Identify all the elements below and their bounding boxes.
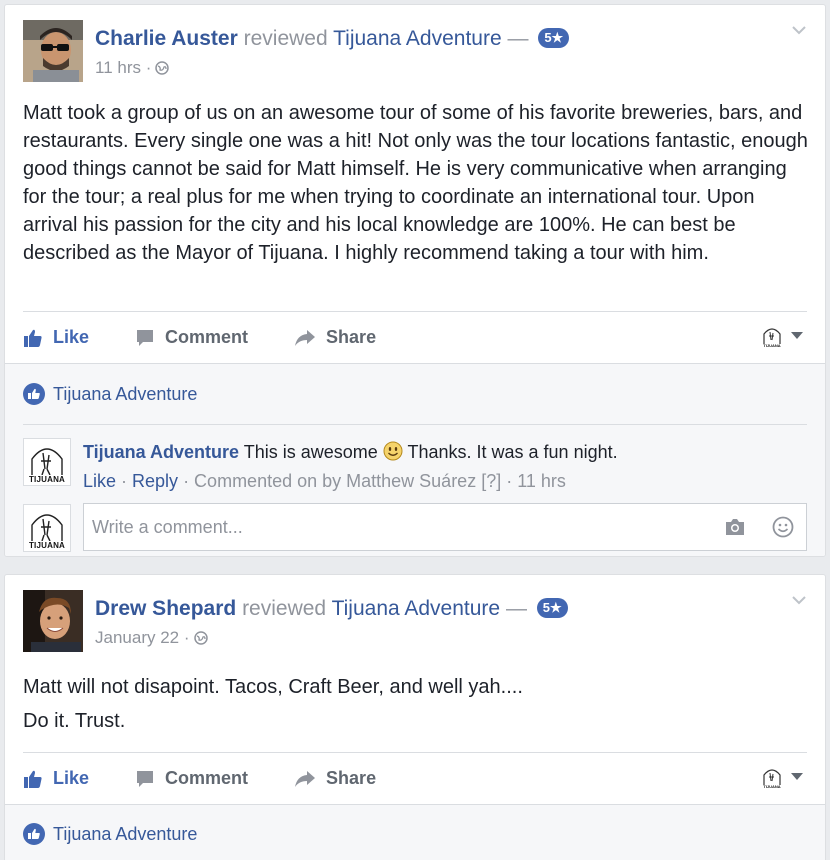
comment-content: Tijuana Adventure This is awesome Thanks… — [83, 441, 618, 463]
post-header: Drew Shepard reviewed Tijuana Adventure … — [95, 597, 568, 621]
comment-text-after: Thanks. It was a fun night. — [407, 442, 618, 462]
comment-icon — [137, 329, 154, 346]
smiley-emoji-icon — [383, 441, 403, 461]
comment-icon — [137, 770, 154, 787]
avatar[interactable] — [23, 20, 83, 82]
camera-icon[interactable] — [724, 518, 746, 536]
likes-summary[interactable]: Tijuana Adventure — [23, 383, 197, 405]
svg-text:TIJUANA: TIJUANA — [763, 343, 780, 348]
logo-text: TIJUANA — [28, 475, 66, 484]
timestamp[interactable]: 11 hrs · — [95, 58, 151, 78]
tijuana-logo-icon: TIJUANA — [762, 328, 782, 348]
timestamp-line: 11 hrs · — [95, 58, 170, 78]
thumbs-up-icon — [24, 329, 42, 347]
comment-button[interactable]: Comment — [135, 327, 248, 348]
avatar-photo — [23, 20, 83, 82]
page-voice-selector[interactable]: TIJUANA — [761, 324, 803, 348]
comment-attribution: · Commented on by Matthew Suárez [?] · 1… — [178, 471, 566, 491]
share-label: Share — [326, 768, 377, 788]
action-text: reviewed — [243, 27, 328, 50]
divider — [23, 424, 807, 425]
chevron-down-icon[interactable] — [791, 595, 807, 605]
share-icon — [295, 329, 316, 346]
comment-meta: Like · Reply · Commented on by Matthew S… — [83, 471, 566, 492]
emoji-icon[interactable] — [772, 516, 794, 538]
rating-badge: 5★ — [538, 28, 570, 48]
comment-label: Comment — [165, 768, 249, 788]
caret-down-icon — [791, 332, 803, 339]
comment-input[interactable] — [92, 516, 724, 538]
timestamp[interactable]: January 22 · — [95, 628, 190, 648]
timestamp-line: January 22 · — [95, 628, 208, 648]
comment-text-before: This is awesome — [243, 442, 378, 462]
dash: — — [507, 27, 529, 50]
page-voice-selector[interactable]: TIJUANA — [761, 765, 803, 789]
likes-summary[interactable]: Tijuana Adventure — [23, 823, 197, 845]
post-paragraph: Matt took a group of us on an awesome to… — [23, 102, 808, 264]
avatar-photo — [23, 590, 83, 652]
post-body: Matt took a group of us on an awesome to… — [23, 99, 809, 267]
comment-button[interactable]: Comment — [135, 768, 248, 789]
page-link[interactable]: Tijuana Adventure — [333, 27, 502, 50]
svg-text:TIJUANA: TIJUANA — [763, 784, 780, 789]
globe-icon[interactable] — [155, 61, 170, 75]
page-avatar: TIJUANA — [23, 504, 71, 552]
globe-icon[interactable] — [193, 631, 208, 645]
page-link[interactable]: Tijuana Adventure — [332, 597, 501, 620]
comment-author[interactable]: Tijuana Adventure — [83, 442, 239, 462]
share-button[interactable]: Share — [294, 327, 376, 348]
share-label: Share — [326, 327, 377, 347]
review-post: Charlie Auster reviewed Tijuana Adventur… — [4, 4, 826, 557]
comments-section: Tijuana Adventure — [5, 804, 825, 860]
like-reaction-icon — [23, 383, 45, 405]
page-avatar[interactable]: TIJUANA — [23, 438, 71, 486]
rating-badge: 5★ — [536, 598, 568, 618]
action-bar: Like Comment Share TIJUANA — [23, 311, 807, 363]
post-body: Matt will not disapoint. Tacos, Craft Be… — [23, 673, 809, 735]
thumbs-up-icon — [24, 770, 42, 788]
liker-name: Tijuana Adventure — [53, 823, 198, 844]
like-label: Like — [53, 768, 90, 788]
liker-name: Tijuana Adventure — [53, 383, 198, 404]
like-button[interactable]: Like — [23, 768, 89, 789]
share-button[interactable]: Share — [294, 768, 376, 789]
action-text: reviewed — [242, 597, 327, 620]
logo-text: TIJUANA — [28, 541, 66, 550]
comment-box-icons — [724, 516, 794, 538]
meta-separator: · — [116, 471, 133, 491]
comments-section: Tijuana Adventure TIJUANA Tijuana Advent… — [5, 363, 825, 556]
like-reaction-icon — [23, 823, 45, 845]
like-button[interactable]: Like — [23, 327, 89, 348]
like-label: Like — [53, 327, 90, 347]
chevron-down-icon[interactable] — [791, 25, 807, 35]
comment-like-link[interactable]: Like — [83, 471, 116, 491]
post-header: Charlie Auster reviewed Tijuana Adventur… — [95, 27, 570, 51]
write-comment-box — [83, 503, 807, 551]
author-link[interactable]: Charlie Auster — [95, 27, 238, 50]
dash: — — [505, 597, 527, 620]
caret-down-icon — [791, 773, 803, 780]
avatar[interactable] — [23, 590, 83, 652]
review-post: Drew Shepard reviewed Tijuana Adventure … — [4, 574, 826, 860]
post-paragraph: Matt will not disapoint. Tacos, Craft Be… — [23, 676, 523, 698]
post-paragraph: Do it. Trust. — [23, 710, 126, 732]
tijuana-logo-icon: TIJUANA — [762, 769, 782, 789]
author-link[interactable]: Drew Shepard — [95, 597, 236, 620]
comment-label: Comment — [165, 327, 249, 347]
share-icon — [295, 770, 316, 787]
action-bar: Like Comment Share TIJUANA — [23, 752, 807, 804]
comment-reply-link[interactable]: Reply — [132, 471, 178, 491]
